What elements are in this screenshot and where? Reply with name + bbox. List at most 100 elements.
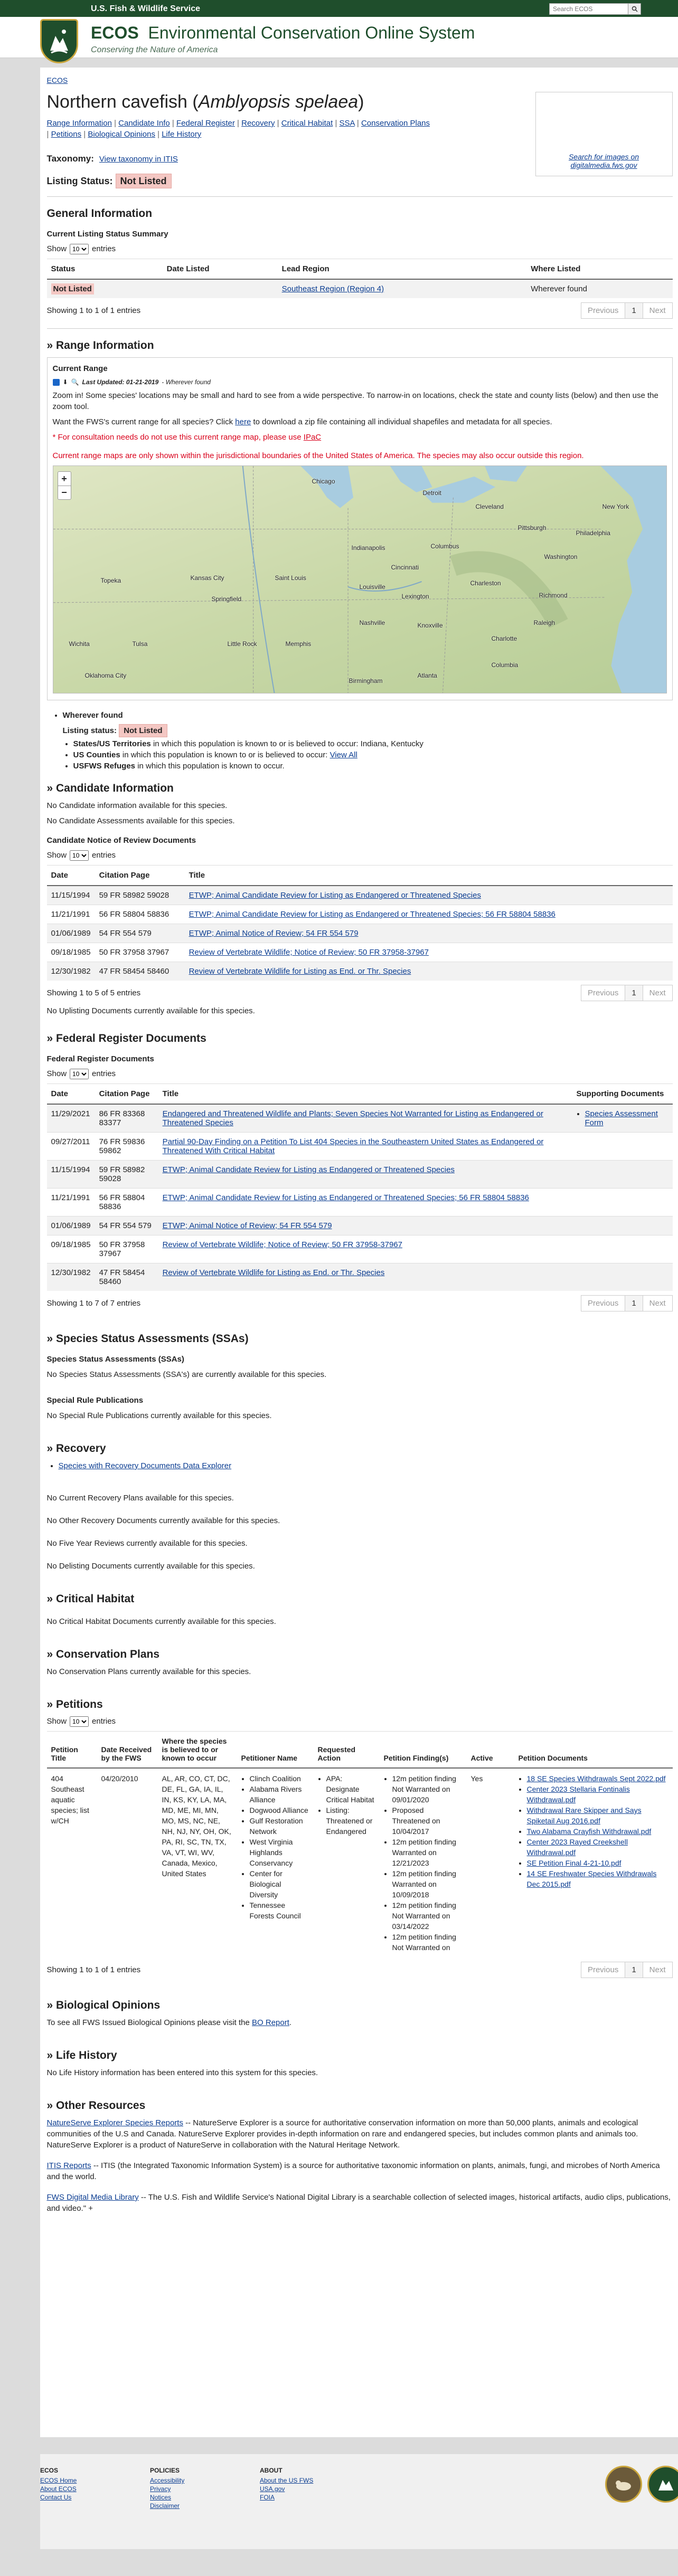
column-header[interactable]: Petitioner Name	[237, 1731, 314, 1769]
fws-logo[interactable]	[40, 19, 78, 63]
layer-checkbox[interactable]	[52, 378, 60, 386]
breadcrumb-ecos-link[interactable]: ECOS	[47, 76, 68, 84]
document-link[interactable]: ETWP; Animal Candidate Review for Listin…	[163, 1193, 529, 1202]
next-button[interactable]: Next	[643, 303, 672, 318]
prev-button[interactable]: Previous	[581, 303, 625, 318]
nav-candidate-link[interactable]: Candidate Info	[118, 119, 170, 128]
document-link[interactable]: Review of Vertebrate Wildlife; Notice of…	[189, 948, 429, 957]
prev-button[interactable]: Previous	[581, 985, 625, 1001]
document-link[interactable]: ETWP; Animal Candidate Review for Listin…	[189, 910, 555, 919]
petition-document-link[interactable]: Center 2023 Stellaria Fontinalis Withdra…	[527, 1785, 630, 1804]
column-header[interactable]: Citation Page	[95, 865, 185, 886]
findings-scroll[interactable]: 12m petition finding Not Warranted on 09…	[384, 1773, 463, 1953]
view-all-counties-link[interactable]: View All	[330, 750, 357, 759]
document-link[interactable]: Review of Vertebrate Wildlife; Notice of…	[163, 1240, 402, 1249]
interior-seal-icon[interactable]	[605, 2466, 642, 2503]
footer-link[interactable]: Contact Us	[40, 2493, 77, 2502]
document-link[interactable]: ETWP; Animal Notice of Review; 54 FR 554…	[163, 1221, 332, 1230]
column-header[interactable]: Where Listed	[526, 259, 673, 280]
next-button[interactable]: Next	[643, 1962, 672, 1978]
column-header[interactable]: Title	[184, 865, 673, 886]
zoom-in-button[interactable]: +	[58, 472, 71, 486]
page-1-button[interactable]: 1	[625, 1962, 643, 1978]
next-button[interactable]: Next	[643, 985, 672, 1001]
footer-link[interactable]: ECOS Home	[40, 2476, 77, 2485]
document-link[interactable]: ETWP; Animal Candidate Review for Listin…	[189, 891, 481, 900]
column-header[interactable]: Where the species is believed to or know…	[157, 1731, 237, 1769]
bo-report-link[interactable]: BO Report	[252, 2018, 289, 2027]
page-1-button[interactable]: 1	[625, 985, 643, 1001]
document-link[interactable]: ETWP; Animal Notice of Review; 54 FR 554…	[189, 929, 359, 938]
column-header[interactable]: Active	[466, 1731, 514, 1769]
footer-link[interactable]: Disclaimer	[150, 2502, 184, 2510]
column-header[interactable]: Status	[46, 259, 163, 280]
document-link[interactable]: Review of Vertebrate Wildlife for Listin…	[163, 1268, 385, 1277]
page-length-select[interactable]: 10	[70, 850, 89, 861]
petition-document-link[interactable]: 18 SE Species Withdrawals Sept 2022.pdf	[527, 1774, 666, 1783]
footer-link[interactable]: Notices	[150, 2493, 184, 2502]
natureserve-link[interactable]: NatureServe Explorer Species Reports	[47, 2118, 183, 2127]
column-header[interactable]: Petition Documents	[514, 1731, 673, 1769]
digital-media-library-link[interactable]: FWS Digital Media Library	[47, 2193, 139, 2202]
footer-link[interactable]: Privacy	[150, 2485, 184, 2493]
column-header[interactable]: Title	[158, 1083, 572, 1105]
petition-document-link[interactable]: SE Petition Final 4-21-10.pdf	[527, 1859, 622, 1867]
nav-life-history-link[interactable]: Life History	[162, 130, 201, 139]
prev-button[interactable]: Previous	[581, 1296, 625, 1311]
zoom-icon[interactable]: 🔍	[71, 378, 79, 386]
column-header[interactable]: Requested Action	[313, 1731, 380, 1769]
fws-seal-icon[interactable]	[647, 2466, 678, 2503]
column-header[interactable]: Date Received by the FWS	[97, 1731, 158, 1769]
footer-link[interactable]: FOIA	[260, 2493, 313, 2502]
supporting-document-link[interactable]: Species Assessment Form	[585, 1109, 658, 1127]
nav-critical-habitat-link[interactable]: Critical Habitat	[281, 119, 333, 128]
itis-reports-link[interactable]: ITIS Reports	[47, 2161, 91, 2170]
next-button[interactable]: Next	[643, 1296, 672, 1311]
prev-button[interactable]: Previous	[581, 1962, 625, 1978]
footer-link[interactable]: USA.gov	[260, 2485, 313, 2493]
search-input[interactable]	[549, 3, 628, 15]
nav-federal-register-link[interactable]: Federal Register	[176, 119, 235, 128]
column-header[interactable]: Date	[46, 865, 95, 886]
petition-document-link[interactable]: 14 SE Freshwater Species Withdrawals Dec…	[527, 1869, 657, 1888]
column-header[interactable]: Citation Page	[95, 1083, 158, 1105]
ipac-link[interactable]: IPaC	[304, 433, 321, 442]
petition-document-link[interactable]: Center 2023 Rayed Creekshell Withdrawal.…	[527, 1838, 628, 1857]
column-header[interactable]: Petition Finding(s)	[379, 1731, 467, 1769]
document-link[interactable]: Partial 90-Day Finding on a Petition To …	[163, 1137, 544, 1155]
nav-bio-opinions-link[interactable]: Biological Opinions	[88, 130, 155, 139]
nav-petitions-link[interactable]: Petitions	[51, 130, 82, 139]
footer-link[interactable]: About ECOS	[40, 2485, 77, 2493]
document-link[interactable]: Endangered and Threatened Wildlife and P…	[163, 1109, 543, 1127]
footer-link[interactable]: Accessibility	[150, 2476, 184, 2485]
itis-taxonomy-link[interactable]: View taxonomy in ITIS	[99, 155, 178, 164]
download-here-link[interactable]: here	[235, 417, 251, 426]
search-button[interactable]	[628, 3, 641, 15]
petition-document-link[interactable]: Two Alabama Crayfish Withdrawal.pdf	[527, 1827, 652, 1836]
page-length-select[interactable]: 10	[70, 1716, 89, 1727]
documents-scroll[interactable]: 18 SE Species Withdrawals Sept 2022.pdf …	[519, 1773, 668, 1889]
column-header[interactable]: Date Listed	[162, 259, 278, 280]
nav-recovery-link[interactable]: Recovery	[241, 119, 275, 128]
page-length-select[interactable]: 10	[70, 1069, 89, 1079]
nav-ssa-link[interactable]: SSA	[340, 119, 355, 128]
footer-link[interactable]: About the US FWS	[260, 2476, 313, 2485]
lead-region-link[interactable]: Southeast Region (Region 4)	[282, 284, 384, 293]
column-header[interactable]: Petition Title	[46, 1731, 97, 1769]
column-header[interactable]: Date	[46, 1083, 95, 1105]
page-1-button[interactable]: 1	[625, 303, 643, 318]
nav-conservation-plans-link[interactable]: Conservation Plans	[361, 119, 430, 128]
column-header[interactable]: Supporting Documents	[572, 1083, 673, 1105]
petition-document-link[interactable]: Withdrawal Rare Skipper and Says Spiketa…	[527, 1806, 642, 1825]
document-link[interactable]: Review of Vertebrate Wildlife for Listin…	[189, 967, 411, 976]
nav-range-link[interactable]: Range Information	[47, 119, 112, 128]
page-1-button[interactable]: 1	[625, 1296, 643, 1311]
document-link[interactable]: ETWP; Animal Candidate Review for Listin…	[163, 1165, 455, 1174]
digital-media-search-link[interactable]: Search for images on digitalmedia.fws.go…	[536, 153, 672, 169]
download-icon[interactable]: ⬇	[63, 378, 68, 386]
page-length-select[interactable]: 10	[70, 244, 89, 254]
zoom-out-button[interactable]: −	[58, 486, 71, 499]
recovery-data-explorer-link[interactable]: Species with Recovery Documents Data Exp…	[59, 1461, 232, 1470]
range-map[interactable]: + − Chicago Detroit Cleveland Pittsburgh…	[52, 465, 667, 693]
column-header[interactable]: Lead Region	[277, 259, 527, 280]
